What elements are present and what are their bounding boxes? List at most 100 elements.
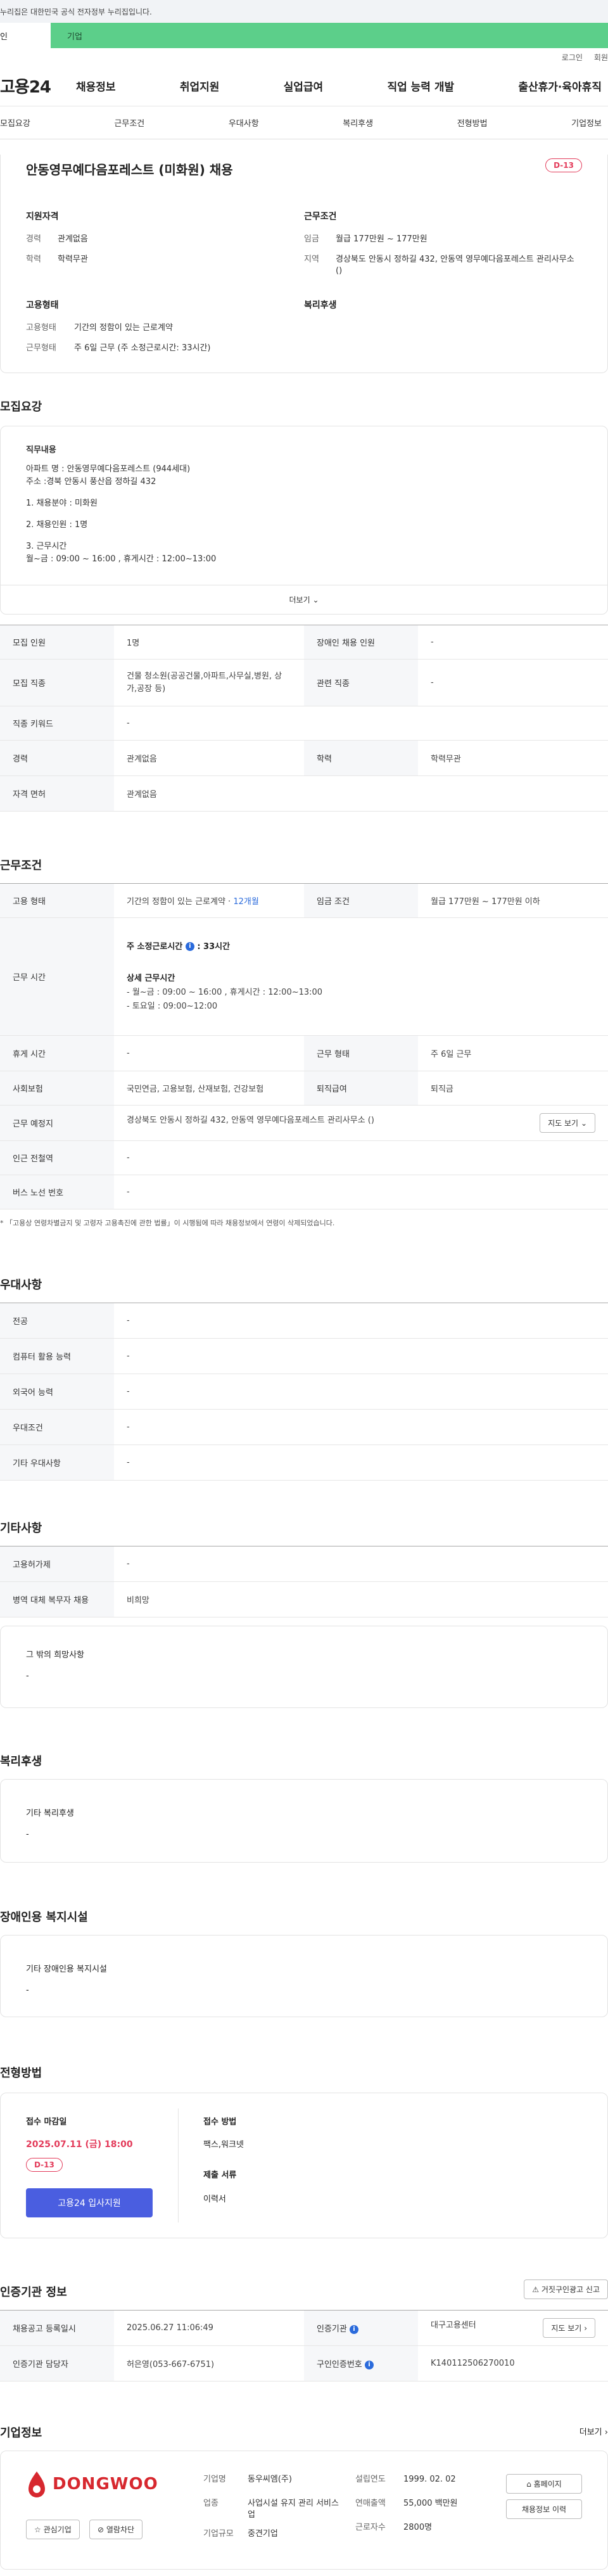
cell-value: 1명 [114,625,304,660]
wish-box: 그 밖의 희망사항 - [0,1626,608,1708]
gnb-employment-support[interactable]: 취업지원 [180,78,220,94]
deadline-label: 접수 마감일 [26,2117,67,2127]
table-row: 근무 예정지 경상북도 안동시 정하길 432, 안동역 영무예다음포레스트 관… [0,1105,608,1141]
cell-value: 주 소정근로시간 i : 33시간 상세 근무시간 - 월~금 : 09:00 … [114,917,608,1036]
method-label: 접수 방법 [203,2117,237,2127]
info-icon[interactable]: i [349,2324,358,2334]
tab-company[interactable]: 기업 [51,23,608,48]
cell-value: 월급 177만원 ~ 177만원 이하 [418,883,608,918]
block-icon: ⊘ [98,2525,104,2534]
recruit-table: 모집 인원 1명 장애인 채용 인원 - 모집 직종 건물 청소원(공공건물,아… [0,625,608,812]
hours-detail-title: 상세 근무시간 [127,973,175,983]
welfare-box-value: - [26,1830,29,1839]
table-row: 근무 시간 주 소정근로시간 i : 33시간 상세 근무시간 - 월~금 : … [0,917,608,1036]
cell-key: 퇴직급여 [304,1071,418,1106]
apply-button[interactable]: 고용24 입사지원 [26,2188,153,2217]
company-more-link[interactable]: 더보기 › [580,2425,608,2437]
signup-link[interactable]: 회원 [594,52,608,63]
block-button[interactable]: ⊘ 열람차단 [89,2520,143,2539]
dday-badge: D-13 [545,158,582,172]
map-button[interactable]: 지도 보기 ⌄ [540,1113,595,1133]
cell-value: - [114,1035,304,1071]
gnb-unemployment[interactable]: 실업급여 [284,78,324,94]
tab-selection[interactable]: 전형방법 [457,117,488,129]
place-value: 경상북도 안동시 정하길 432, 안동역 영무예다음포레스트 관리사무소 () [127,1116,374,1125]
job-desc-line: 3. 근무시간 [26,542,67,551]
cell-key: 관련 직종 [304,659,418,706]
tab-individual[interactable]: 인 [0,23,51,48]
conditions-table: 고용 형태 기간의 정함이 있는 근로계약 · 12개월 임금 조건 월급 17… [0,883,608,1209]
tab-preferences[interactable]: 우대사항 [229,117,259,129]
fav-company-button[interactable]: ☆ 관심기업 [26,2520,80,2539]
docs-label: 제출 서류 [203,2171,237,2180]
gnb-jobs[interactable]: 채용정보 [76,78,116,94]
section-tabs: 모집요강 근무조건 우대사항 복리후생 전형방법 기업정보 [0,106,608,139]
homepage-button[interactable]: ⌂ 홈페이지 [506,2474,582,2494]
job-desc-line: 아파트 명 : 안동영무예다음포레스트 (944세대) [26,464,191,474]
edu-label: 학력 [26,255,41,264]
cell-value: - [114,1374,608,1410]
preferences-table: 전공 - 컴퓨터 활용 능력 - 외국어 능력 - 우대조건 - 기타 우대사항 - [0,1303,608,1481]
employees-value: 2800명 [403,2523,433,2532]
sales-value: 55,000 백만원 [403,2499,458,2508]
tab-conditions[interactable]: 근무조건 [114,117,144,129]
table-row: 채용공고 등록일시 2025.06.27 11:06:49 인증기관 i 대구고… [0,2310,608,2346]
welfare-box: 기타 복리후생 - [0,1779,608,1863]
wage-label: 임금 [304,234,319,244]
etc-heading: 기타사항 [0,1522,42,1535]
table-row: 병역 대체 복무자 채용 비희망 [0,1581,608,1617]
disabled-box-title: 기타 장애인용 복지시설 [26,1965,107,1974]
report-button-label: 거짓구인광고 신고 [541,2285,600,2294]
cert-no-label: 구인인증번호 [317,2360,362,2369]
table-row: 자격 면허 관계없음 [0,775,608,812]
etc-table: 고용허가제 - 병역 대체 복무자 채용 비희망 [0,1546,608,1617]
job-description-box: 직무내용 아파트 명 : 안동영무예다음포레스트 (944세대) 주소 :경북 … [0,426,608,615]
cell-key: 우대조건 [0,1409,114,1445]
tab-recruit[interactable]: 모집요강 [0,117,30,129]
cell-key: 휴게 시간 [0,1035,114,1071]
tab-individual-label: 인 [0,32,8,42]
gnb-training[interactable]: 직업 능력 개발 [387,78,454,94]
table-row: 고용허가제 - [0,1546,608,1582]
disabled-box-value: - [26,1986,29,1995]
emptype-value: 기간의 정함이 있는 근로계약 [74,323,173,333]
table-row: 모집 인원 1명 장애인 채용 인원 - [0,625,608,660]
info-icon[interactable]: i [364,2360,374,2369]
report-button[interactable]: ⚠ 거짓구인광고 신고 [524,2280,608,2299]
job-desc-line: 월~금 : 09:00 ~ 16:00 , 휴게시간 : 12:00~13:00 [26,554,217,564]
agency-map-button[interactable]: 지도 보기 › [543,2318,595,2338]
chevron-down-icon: ⌄ [580,1119,587,1128]
gnb-leave[interactable]: 출산휴가·육아휴직 [518,78,602,94]
cell-value: 비희망 [114,1581,608,1617]
cell-key: 직종 키워드 [0,706,114,741]
job-history-label: 채용정보 이력 [521,2505,567,2514]
disabled-box: 기타 장애인용 복지시설 - [0,1935,608,2017]
org-label: 인증기관 [317,2324,347,2334]
qual-heading: 지원자격 [26,212,59,222]
job-history-button[interactable]: 채용정보 이력 [506,2499,582,2519]
welfare-box-title: 기타 복리후생 [26,1809,74,1818]
emptype-label: 고용형태 [26,323,56,333]
size-value: 중견기업 [248,2529,278,2539]
table-row: 기타 우대사항 - [0,1444,608,1481]
cell-value: K140112506270010 [418,2345,608,2382]
cell-value: - [418,659,608,706]
career-value: 관계없음 [58,234,88,244]
login-link[interactable]: 로그인 [562,52,583,63]
site-logo[interactable]: 고용24 [0,74,76,98]
comp-name-label: 기업명 [203,2475,226,2484]
chevron-down-icon: ⌄ [312,595,319,604]
selection-box: 접수 마감일 2025.07.11 (금) 18:00 D-13 고용24 입사… [0,2093,608,2238]
cell-key: 인증기관 i [304,2310,418,2346]
tab-company-info[interactable]: 기업정보 [571,117,602,129]
info-icon[interactable]: i [185,942,194,951]
org-value: 대구고용센터 [431,2321,476,2330]
job-desc-line: 1. 채용분야 : 미화원 [26,499,98,508]
cond-heading: 근무조건 [304,212,337,222]
tab-welfare[interactable]: 복리후생 [343,117,373,129]
dday-badge: D-13 [26,2158,63,2172]
job-desc-line: 2. 채용인원 : 1명 [26,520,88,530]
more-button[interactable]: 더보기 ⌄ [1,585,607,614]
cell-key: 고용 형태 [0,883,114,918]
block-label: 열람차단 [106,2525,135,2534]
